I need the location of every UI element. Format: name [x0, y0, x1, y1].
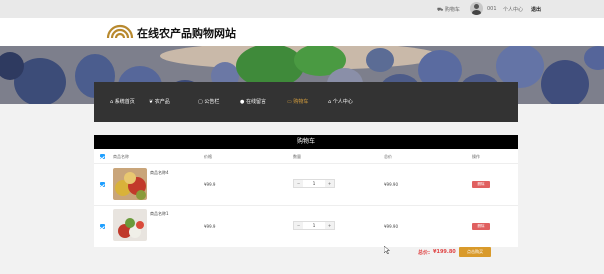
cart-icon: ▭ — [287, 99, 292, 105]
header-action: 操作 — [472, 154, 480, 159]
header-name: 商品名称 — [113, 154, 129, 159]
nav-item-label: 公告栏 — [204, 99, 220, 105]
mouse-cursor-icon — [384, 246, 390, 254]
header-price: 价格 — [204, 154, 212, 159]
product-price: ¥99.9 — [204, 182, 216, 187]
product-name[interactable]: 商品名称4 — [150, 170, 169, 176]
nav-item-notices[interactable]: ▢ 公告栏 — [198, 98, 219, 105]
profile-link[interactable]: 个人中心 — [503, 6, 523, 13]
row-checkbox[interactable] — [100, 224, 105, 229]
main-nav: ⌂ 系统首页 ❦ 农产品 ▢ 公告栏 ● 在线留言 ▭ 购物车 ⌂ 个人中心 — [94, 82, 518, 122]
header-subtotal: 总价 — [384, 154, 392, 159]
delete-button[interactable]: 删除 — [472, 223, 490, 230]
divider — [94, 205, 518, 206]
total-value: ¥199.80 — [433, 249, 456, 255]
nav-item-profile[interactable]: ⌂ 个人中心 — [328, 98, 353, 105]
username-label: 001 — [487, 6, 497, 12]
nav-item-label: 系统首页 — [114, 99, 135, 105]
product-price: ¥99.9 — [204, 224, 216, 229]
circle-icon: ● — [240, 99, 245, 105]
delete-button[interactable]: 删除 — [472, 181, 490, 188]
row-subtotal: ¥99.90 — [384, 224, 398, 229]
row-subtotal: ¥99.90 — [384, 182, 398, 187]
site-header: 在线农产品购物网站 — [0, 18, 604, 46]
nav-item-label: 在线留言 — [245, 99, 266, 105]
divider — [94, 163, 518, 164]
leaf-icon: ❦ — [149, 99, 154, 105]
cart-panel: 购物车 商品名称 价格 数量 总价 操作 商品名称4 ¥99.9 − 1 + ¥… — [94, 135, 518, 247]
increase-button[interactable]: + — [325, 180, 334, 187]
site-title: 在线农产品购物网站 — [137, 27, 236, 40]
nav-item-home[interactable]: ⌂ 系统首页 — [110, 98, 135, 105]
select-all-checkbox[interactable] — [100, 154, 105, 159]
site-logo[interactable] — [106, 22, 134, 40]
decrease-button[interactable]: − — [294, 180, 303, 187]
quantity-stepper: − 1 + — [293, 179, 335, 188]
logout-link[interactable]: 退出 — [531, 6, 541, 13]
home-icon: ⌂ — [328, 99, 332, 105]
quantity-value[interactable]: 1 — [304, 181, 324, 186]
nav-item-label: 个人中心 — [332, 99, 353, 105]
nav-item-products[interactable]: ❦ 农产品 — [149, 98, 170, 105]
header-quantity: 数量 — [293, 154, 301, 159]
product-image[interactable] — [113, 209, 147, 241]
nav-item-label: 农产品 — [154, 99, 170, 105]
home-icon: ⌂ — [110, 99, 114, 105]
nav-item-messages[interactable]: ● 在线留言 — [240, 98, 266, 105]
quantity-stepper: − 1 + — [293, 221, 335, 230]
product-name[interactable]: 商品名称1 — [150, 211, 169, 217]
product-image[interactable] — [113, 168, 147, 200]
decrease-button[interactable]: − — [294, 222, 303, 229]
cart-icon: ⛟ — [437, 7, 444, 13]
nav-item-cart[interactable]: ▭ 购物车 — [287, 98, 308, 105]
increase-button[interactable]: + — [325, 222, 334, 229]
total-label: 总价: — [418, 250, 430, 256]
quantity-value[interactable]: 1 — [304, 223, 324, 228]
row-checkbox[interactable] — [100, 182, 105, 187]
cart-title: 购物车 — [94, 135, 518, 149]
nav-item-label: 购物车 — [293, 99, 309, 105]
topbar-cart-link[interactable]: ⛟ 购物车 — [437, 6, 460, 14]
top-bar: ⛟ 购物车 001 个人中心 退出 — [0, 0, 604, 18]
checkout-button[interactable]: 点击购买 — [459, 247, 491, 257]
avatar[interactable] — [470, 2, 483, 15]
lock-icon: ▢ — [198, 99, 203, 105]
topbar-cart-label: 购物车 — [444, 7, 460, 13]
